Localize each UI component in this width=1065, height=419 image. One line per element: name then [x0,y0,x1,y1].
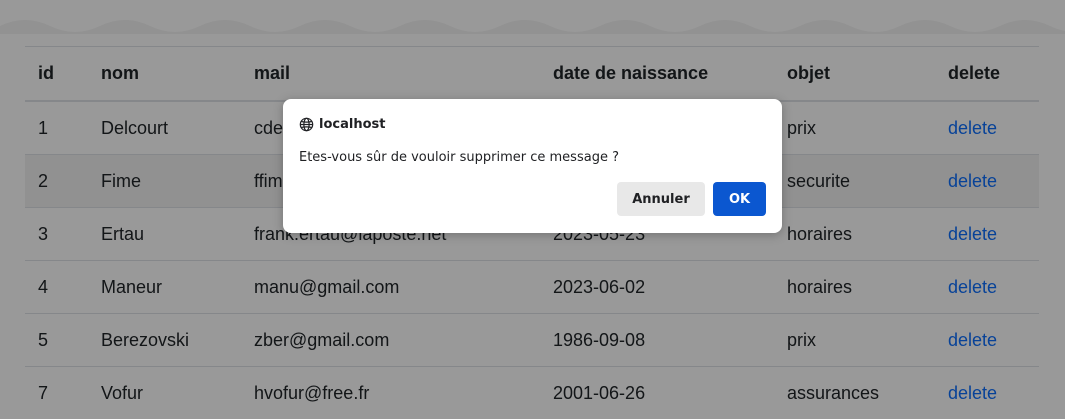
ok-button[interactable]: OK [713,182,766,216]
cancel-button[interactable]: Annuler [617,182,705,216]
confirm-dialog: localhost Etes-vous sûr de vouloir suppr… [283,99,782,233]
dialog-title: localhost [319,116,386,132]
dialog-header: localhost [299,115,385,133]
globe-icon [299,117,314,132]
dialog-message: Etes-vous sûr de vouloir supprimer ce me… [299,150,619,165]
